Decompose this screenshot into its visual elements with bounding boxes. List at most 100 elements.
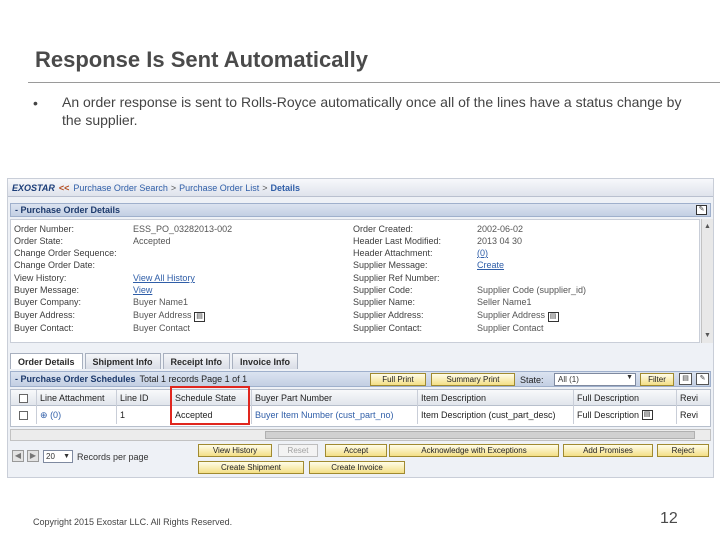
title-rule [28, 82, 720, 83]
scroll-up-icon[interactable]: ▲ [703, 222, 712, 231]
schedule-state-highlight [170, 386, 250, 425]
header-attachment-link[interactable]: (0) [477, 248, 488, 260]
detail-label: Buyer Contact: [14, 323, 74, 333]
order-state-value: Accepted [133, 236, 171, 246]
order-created-value: 2002-06-02 [477, 224, 524, 234]
buyer-part-number-link[interactable]: Buyer Item Number (cust_part_no) [252, 406, 418, 424]
tab-bar: Order Details Shipment Info Receipt Info… [10, 353, 299, 369]
revision-cell: Revi [680, 410, 699, 420]
tab-shipment-info[interactable]: Shipment Info [84, 353, 161, 369]
bullet-marker: • [33, 95, 38, 111]
column-header[interactable]: Line Attachment [37, 390, 117, 406]
view-history-button[interactable]: View History [198, 444, 272, 457]
detail-label: Supplier Code: [353, 285, 413, 295]
copyright-footer: Copyright 2015 Exostar LLC. All Rights R… [33, 517, 233, 527]
select-all-checkbox[interactable] [11, 390, 37, 406]
line-attachment-link[interactable]: ⊕ (0) [37, 406, 117, 424]
details-panel-title: - Purchase Order Details [15, 205, 121, 215]
supplier-address-value: Supplier Address ▤ [477, 310, 559, 322]
description-icon[interactable]: ▤ [641, 410, 653, 420]
buyer-message-link[interactable]: View [133, 285, 152, 297]
detail-label: Change Order Sequence: [14, 248, 117, 258]
table-header-row: Line Attachment Line ID Schedule State B… [11, 390, 710, 406]
address-card-icon[interactable]: ▤ [547, 312, 559, 322]
detail-label: Change Order Date: [14, 260, 96, 270]
paperclip-icon: ⊕ [40, 409, 48, 420]
details-panel: Order Number: Order State: Change Order … [10, 219, 700, 343]
row-checkbox[interactable] [11, 406, 37, 424]
column-header[interactable]: Buyer Part Number [252, 390, 418, 406]
buyer-company-value: Buyer Name1 [133, 297, 189, 307]
edit-icon[interactable]: ✎ [696, 205, 707, 215]
address-card-icon[interactable]: ▤ [194, 312, 206, 322]
scroll-thumb[interactable] [265, 431, 695, 439]
accept-button[interactable]: Accept [325, 444, 387, 457]
detail-label: Supplier Contact: [353, 323, 423, 333]
slide-title: Response Is Sent Automatically [35, 47, 368, 72]
breadcrumb-po-search[interactable]: Purchase Order Search [73, 183, 168, 193]
scroll-down-icon[interactable]: ▼ [703, 331, 712, 340]
export-icon[interactable]: ▤ [679, 373, 692, 385]
supplier-contact-value: Supplier Contact [477, 323, 544, 333]
column-header[interactable]: Full Description [574, 390, 677, 406]
breadcrumb-back[interactable]: << [59, 183, 70, 193]
details-panel-header[interactable]: - Purchase Order Details ✎ [10, 203, 711, 217]
detail-label: Supplier Message: [353, 260, 428, 270]
schedules-title[interactable]: - Purchase Order Schedules [15, 374, 136, 384]
order-number-value: ESS_PO_03282013-002 [133, 224, 233, 234]
details-scrollbar[interactable]: ▲ ▼ [701, 219, 713, 343]
full-description-cell: Full Description ▤ [574, 406, 677, 424]
detail-label: Buyer Message: [14, 285, 80, 295]
detail-label: Order Created: [353, 224, 414, 234]
detail-label: Supplier Address: [353, 310, 424, 320]
breadcrumb-po-list[interactable]: Purchase Order List [179, 183, 259, 193]
reject-button[interactable]: Reject [657, 444, 709, 457]
breadcrumb-current: Details [270, 182, 300, 193]
action-bar: ◀ ▶ 20 ▼ Records per page View History Re… [10, 443, 711, 477]
view-all-history-link[interactable]: View All History [133, 273, 195, 285]
schedules-table: Line Attachment Line ID Schedule State B… [10, 389, 711, 427]
acknowledge-exceptions-button[interactable]: Acknowledge with Exceptions [389, 444, 559, 457]
breadcrumb: EXOSTAR << Purchase Order Search > Purch… [8, 179, 713, 197]
reset-button[interactable]: Reset [278, 444, 318, 457]
table-row[interactable]: ⊕ (0) 1 Accepted Buyer Item Number (cust… [11, 406, 710, 424]
records-per-page-select[interactable]: 20 ▼ [43, 450, 73, 463]
full-print-button[interactable]: Full Print [370, 373, 426, 386]
next-page-icon[interactable]: ▶ [27, 450, 39, 462]
state-label: State: [520, 375, 544, 385]
detail-label: Header Attachment: [353, 248, 433, 258]
item-description-cell: Item Description (cust_part_desc) [418, 406, 574, 424]
tab-order-details[interactable]: Order Details [10, 353, 83, 369]
exostar-screenshot: EXOSTAR << Purchase Order Search > Purch… [7, 178, 714, 478]
add-promises-button[interactable]: Add Promises [563, 444, 653, 457]
prev-page-icon[interactable]: ◀ [12, 450, 24, 462]
detail-label: Order Number: [14, 224, 75, 234]
column-header[interactable]: Revi [677, 390, 710, 406]
state-select[interactable]: All (1) ▼ [554, 373, 636, 386]
create-shipment-button[interactable]: Create Shipment [198, 461, 304, 474]
detail-label: Supplier Ref Number: [353, 273, 440, 283]
detail-label: Buyer Address: [14, 310, 76, 320]
bullet-text: An order response is sent to Rolls-Royce… [62, 94, 682, 128]
edit-icon[interactable]: ✎ [696, 373, 709, 385]
chevron-down-icon: ▼ [63, 453, 70, 460]
column-header[interactable]: Line ID [117, 390, 172, 406]
tab-invoice-info[interactable]: Invoice Info [232, 353, 299, 369]
supplier-name-value: Seller Name1 [477, 297, 532, 307]
detail-label: Buyer Company: [14, 297, 82, 307]
create-message-link[interactable]: Create [477, 260, 504, 272]
detail-label: Header Last Modified: [353, 236, 442, 246]
column-header[interactable]: Item Description [418, 390, 574, 406]
chevron-down-icon: ▼ [626, 374, 633, 381]
buyer-address-value: Buyer Address ▤ [133, 310, 206, 322]
table-horizontal-scrollbar[interactable] [10, 429, 711, 441]
create-invoice-button[interactable]: Create Invoice [309, 461, 405, 474]
detail-label: Order State: [14, 236, 64, 246]
filter-button[interactable]: Filter [640, 373, 674, 386]
line-id-cell: 1 [117, 406, 172, 424]
summary-print-button[interactable]: Summary Print [431, 373, 515, 386]
detail-label: Supplier Name: [353, 297, 416, 307]
tab-receipt-info[interactable]: Receipt Info [162, 353, 231, 369]
header-modified-value: 2013 04 30 [477, 236, 523, 246]
page-number: 12 [660, 510, 678, 527]
